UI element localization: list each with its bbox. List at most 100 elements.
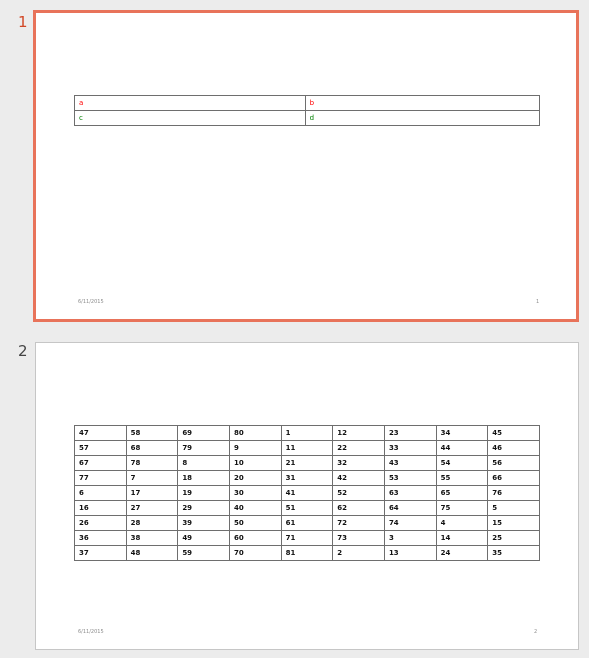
table-row: 77 7 18 20 31 42 53 55 66 bbox=[74, 470, 540, 486]
table-row: 26 28 39 50 61 72 74 4 15 bbox=[74, 515, 540, 531]
table-cell: 32 bbox=[332, 455, 385, 471]
table-cell: 47 bbox=[74, 425, 127, 441]
table-cell: 77 bbox=[74, 470, 127, 486]
table-row: 67 78 8 10 21 32 43 54 56 bbox=[74, 455, 540, 471]
table-cell: 54 bbox=[435, 455, 489, 471]
slide-thumbnail-2[interactable]: 47 58 69 80 1 12 23 34 45 57 68 79 9 11 22 33 44 46 67 78 8 1… bbox=[35, 342, 579, 650]
table-cell: 11 bbox=[280, 440, 334, 456]
table-row: 37 48 59 70 81 2 13 24 35 bbox=[74, 545, 540, 561]
table-row: 57 68 79 9 11 22 33 44 46 bbox=[74, 440, 540, 456]
table-cell: 58 bbox=[125, 425, 179, 441]
table-row: 47 58 69 80 1 12 23 34 45 bbox=[74, 425, 540, 441]
table-cell: 80 bbox=[228, 425, 282, 441]
table-cell: 79 bbox=[177, 440, 230, 456]
table-row: 6 17 19 30 41 52 63 65 76 bbox=[74, 485, 540, 501]
table-row: cd bbox=[74, 110, 541, 126]
table-cell: 9 bbox=[228, 440, 282, 456]
table-cell: 55 bbox=[435, 470, 489, 486]
table-cell: 76 bbox=[487, 485, 540, 501]
table-cell: 64 bbox=[383, 500, 437, 516]
table-cell: 1 bbox=[280, 425, 334, 441]
table-cell: 73 bbox=[332, 530, 385, 546]
slide-number-1: 1 bbox=[18, 13, 28, 31]
table-cell: 4 bbox=[435, 515, 489, 531]
slide-1-footer-page-number: 1 bbox=[536, 299, 540, 305]
table-cell: 44 bbox=[435, 440, 489, 456]
table-cell: 50 bbox=[228, 515, 282, 531]
table-cell: 53 bbox=[383, 470, 437, 486]
table-cell: 37 bbox=[74, 545, 127, 561]
table-cell: 36 bbox=[74, 530, 127, 546]
table-cell: 18 bbox=[177, 470, 230, 486]
table-cell: 65 bbox=[435, 485, 489, 501]
table-cell: 69 bbox=[177, 425, 230, 441]
table-cell: 38 bbox=[125, 530, 179, 546]
table-cell: 74 bbox=[383, 515, 437, 531]
table-cell: 5 bbox=[487, 500, 540, 516]
table-cell: 2 bbox=[332, 545, 385, 561]
table-cell: 21 bbox=[280, 455, 334, 471]
table-cell: 51 bbox=[280, 500, 334, 516]
table-cell: 56 bbox=[487, 455, 540, 471]
table-cell: 63 bbox=[383, 485, 437, 501]
table-cell: 10 bbox=[228, 455, 282, 471]
slide-2-number-table: 47 58 69 80 1 12 23 34 45 57 68 79 9 11 22 33 44 46 67 78 8 1… bbox=[74, 425, 540, 561]
table-cell: 49 bbox=[177, 530, 230, 546]
table-cell: 68 bbox=[125, 440, 179, 456]
slide-2-footer-page-number: 2 bbox=[534, 629, 538, 635]
table-row: 16 27 29 40 51 62 64 75 5 bbox=[74, 500, 540, 516]
table-cell: 33 bbox=[383, 440, 437, 456]
table-cell: 12 bbox=[332, 425, 385, 441]
table-cell: 62 bbox=[332, 500, 385, 516]
table-cell: 66 bbox=[487, 470, 540, 486]
table-cell: 70 bbox=[228, 545, 282, 561]
table-cell: 8 bbox=[177, 455, 230, 471]
table-cell: 40 bbox=[228, 500, 282, 516]
table-cell: b bbox=[304, 95, 541, 111]
table-cell: 41 bbox=[280, 485, 334, 501]
table-cell: 45 bbox=[487, 425, 540, 441]
table-cell: 34 bbox=[435, 425, 489, 441]
table-cell: 57 bbox=[74, 440, 127, 456]
table-cell: 26 bbox=[74, 515, 127, 531]
table-cell: 42 bbox=[332, 470, 385, 486]
table-cell: a bbox=[74, 95, 306, 111]
table-cell: 71 bbox=[280, 530, 334, 546]
table-cell: 28 bbox=[125, 515, 179, 531]
table-cell: 30 bbox=[228, 485, 282, 501]
table-cell: 46 bbox=[487, 440, 540, 456]
table-cell: 14 bbox=[435, 530, 489, 546]
slide-1-footer-date: 6/11/2015 bbox=[78, 299, 104, 305]
slide-2-footer-date: 6/11/2015 bbox=[78, 629, 104, 635]
table-cell: 48 bbox=[125, 545, 179, 561]
table-cell: 24 bbox=[435, 545, 489, 561]
table-cell: 75 bbox=[435, 500, 489, 516]
slide-number-2: 2 bbox=[18, 342, 28, 360]
table-cell: 19 bbox=[177, 485, 230, 501]
table-cell: 81 bbox=[280, 545, 334, 561]
table-cell: 20 bbox=[228, 470, 282, 486]
table-cell: 60 bbox=[228, 530, 282, 546]
slide-1-table: abcd bbox=[74, 95, 541, 126]
slide-thumbnail-1[interactable]: abcd 6/11/2015 1 bbox=[33, 10, 579, 322]
table-cell: 29 bbox=[177, 500, 230, 516]
slide-thumbnail-pane[interactable]: 1 abcd 6/11/2015 1 2 47 58 69 80 1 12 23 34 45 57… bbox=[0, 0, 589, 658]
table-cell: 22 bbox=[332, 440, 385, 456]
table-cell: 16 bbox=[74, 500, 127, 516]
table-cell: 78 bbox=[125, 455, 179, 471]
table-cell: d bbox=[304, 110, 541, 126]
table-cell: 15 bbox=[487, 515, 540, 531]
table-cell: 25 bbox=[487, 530, 540, 546]
table-cell: 72 bbox=[332, 515, 385, 531]
table-cell: 61 bbox=[280, 515, 334, 531]
table-cell: 67 bbox=[74, 455, 127, 471]
table-cell: 6 bbox=[74, 485, 127, 501]
table-cell: 59 bbox=[177, 545, 230, 561]
table-row: 36 38 49 60 71 73 3 14 25 bbox=[74, 530, 540, 546]
table-cell: 13 bbox=[383, 545, 437, 561]
table-cell: 27 bbox=[125, 500, 179, 516]
table-cell: 3 bbox=[383, 530, 437, 546]
table-cell: 52 bbox=[332, 485, 385, 501]
table-cell: 43 bbox=[383, 455, 437, 471]
table-cell: 39 bbox=[177, 515, 230, 531]
